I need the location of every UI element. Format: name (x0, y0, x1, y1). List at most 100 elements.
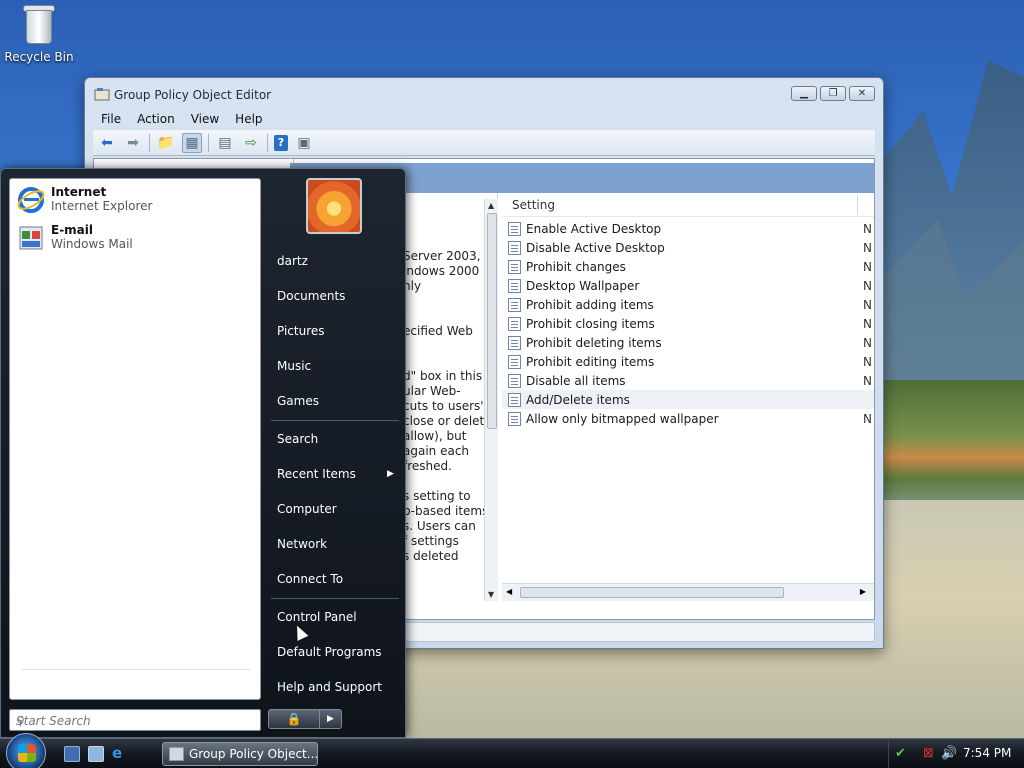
policy-setting-icon (508, 278, 521, 293)
lock-button[interactable]: 🔒 (268, 709, 320, 729)
taskbar-button-gpo-editor[interactable]: Group Policy Object... (162, 742, 318, 766)
scrollbar-thumb[interactable] (520, 587, 784, 598)
start-item-connect-to[interactable]: Connect To (277, 572, 343, 586)
policy-setting-icon (508, 297, 521, 312)
show-desktop-icon[interactable] (64, 746, 80, 762)
scroll-down-arrow-icon[interactable]: ▼ (488, 590, 494, 599)
security-check-icon[interactable]: ✔ (895, 746, 906, 761)
start-item-computer[interactable]: Computer (277, 502, 337, 516)
extended-view-icon[interactable]: ▣ (294, 133, 314, 153)
description-line: Server 2003, (403, 249, 481, 263)
clock[interactable]: 7:54 PM (963, 746, 1011, 760)
description-line: again each (403, 444, 470, 458)
arrow-right-icon: ▶ (327, 714, 334, 724)
forward-arrow-icon[interactable]: ➡ (123, 133, 143, 153)
pinned-email[interactable]: E-mail Windows Mail (16, 223, 133, 253)
show-hide-tree-icon[interactable]: ▦ (182, 132, 202, 153)
start-item-music[interactable]: Music (277, 359, 311, 373)
network-disconnected-icon[interactable]: ⊠ (923, 746, 934, 761)
setting-row[interactable]: Desktop Wallpaper N (502, 276, 874, 295)
policy-setting-icon (508, 354, 521, 369)
start-item-games[interactable]: Games (277, 394, 319, 408)
policy-setting-icon (508, 392, 521, 407)
policy-setting-icon (508, 240, 521, 255)
submenu-arrow-icon: ▶ (387, 469, 394, 479)
policy-setting-icon (508, 221, 521, 236)
taskbar: e Group Policy Object... ✔ ⊠ 🔊 7:54 PM (0, 733, 1024, 768)
start-menu-programs-pane: Internet Internet Explorer E-mail Window… (9, 178, 261, 700)
internet-explorer-icon[interactable]: e (112, 746, 128, 762)
scroll-right-arrow-icon[interactable]: ▶ (860, 587, 866, 596)
start-item-network[interactable]: Network (277, 537, 327, 551)
menu-bar: File Action View Help (93, 108, 875, 130)
start-item-username[interactable]: dartz (277, 254, 308, 268)
description-line: d" box in this (403, 369, 483, 383)
description-line: b-based items (403, 504, 489, 518)
setting-row[interactable]: Enable Active Desktop N (502, 219, 874, 238)
back-arrow-icon[interactable]: ⬅ (97, 133, 117, 153)
maximize-button[interactable]: ❐ (820, 86, 846, 101)
user-avatar[interactable] (306, 178, 362, 234)
recycle-bin-shortcut[interactable]: Recycle Bin (4, 2, 74, 64)
settings-horizontal-scrollbar[interactable]: ◀ ▶ (502, 583, 874, 601)
export-list-icon[interactable]: ⇨ (241, 133, 261, 153)
description-line: s deleted (403, 549, 459, 563)
start-button[interactable] (6, 733, 46, 768)
start-item-search[interactable]: Search (277, 432, 318, 446)
setting-row[interactable]: Prohibit editing items N (502, 352, 874, 371)
close-button[interactable]: ✕ (849, 86, 875, 101)
start-item-documents[interactable]: Documents (277, 289, 345, 303)
lock-icon: 🔒 (286, 712, 302, 726)
settings-list: Setting Enable Active Desktop N Disable A… (502, 193, 874, 601)
setting-row[interactable]: Prohibit changes N (502, 257, 874, 276)
description-line: f settings (403, 534, 459, 548)
setting-row[interactable]: Prohibit adding items N (502, 295, 874, 314)
up-folder-icon[interactable]: 📁 (156, 133, 176, 153)
minimize-button[interactable]: ▁ (791, 86, 817, 101)
recycle-bin-icon (22, 2, 56, 46)
setting-row[interactable]: Prohibit deleting items N (502, 333, 874, 352)
start-item-recent-items[interactable]: Recent Items (277, 467, 356, 481)
setting-row[interactable]: Disable Active Desktop N (502, 238, 874, 257)
start-search-input[interactable]: Start Search ⚲ (9, 709, 261, 731)
scroll-up-arrow-icon[interactable]: ▲ (488, 201, 494, 210)
setting-column-header[interactable]: Setting (502, 193, 874, 217)
menu-help[interactable]: Help (227, 108, 270, 130)
scrollbar-thumb[interactable] (487, 213, 497, 429)
help-icon[interactable]: ? (274, 134, 288, 151)
description-line: cuts to users' (403, 399, 484, 413)
description-line: ecified Web (403, 324, 473, 338)
internet-explorer-icon (17, 187, 45, 213)
wallpaper-riverbank (880, 380, 1024, 520)
description-line: close or delete (403, 414, 492, 428)
description-line: nly (403, 279, 422, 293)
menu-file[interactable]: File (93, 108, 129, 130)
start-item-control-panel[interactable]: Control Panel (277, 610, 357, 624)
window-title: Group Policy Object Editor (114, 88, 272, 102)
setting-row[interactable]: Prohibit closing items N (502, 314, 874, 333)
properties-icon[interactable]: ▤ (215, 133, 235, 153)
description-line: s. Users can (403, 519, 476, 533)
switch-windows-icon[interactable] (88, 746, 104, 762)
policy-setting-icon (508, 411, 521, 426)
policy-setting-icon (508, 335, 521, 350)
shutdown-options-button[interactable]: ▶ (320, 709, 342, 729)
start-menu-separator (271, 420, 399, 421)
recycle-bin-label: Recycle Bin (4, 50, 74, 64)
setting-row-selected[interactable]: Add/Delete items (502, 390, 874, 409)
pinned-internet[interactable]: Internet Internet Explorer (16, 185, 152, 215)
setting-row[interactable]: Disable all items N (502, 371, 874, 390)
search-icon[interactable]: ⚲ (16, 714, 254, 728)
start-item-default-programs[interactable]: Default Programs (277, 645, 382, 659)
scroll-left-arrow-icon[interactable]: ◀ (506, 587, 512, 596)
menu-action[interactable]: Action (129, 108, 183, 130)
start-item-help-and-support[interactable]: Help and Support (277, 680, 382, 694)
gpo-app-icon (169, 747, 184, 761)
menu-view[interactable]: View (183, 108, 227, 130)
setting-row[interactable]: Allow only bitmapped wallpaper N (502, 409, 874, 428)
description-scrollbar[interactable]: ▲ ▼ (484, 199, 498, 601)
volume-icon[interactable]: 🔊 (941, 746, 957, 761)
start-item-pictures[interactable]: Pictures (277, 324, 325, 338)
description-line: allow), but (403, 429, 467, 443)
window-titlebar[interactable]: Group Policy Object Editor ▁ ❐ ✕ (85, 78, 883, 108)
